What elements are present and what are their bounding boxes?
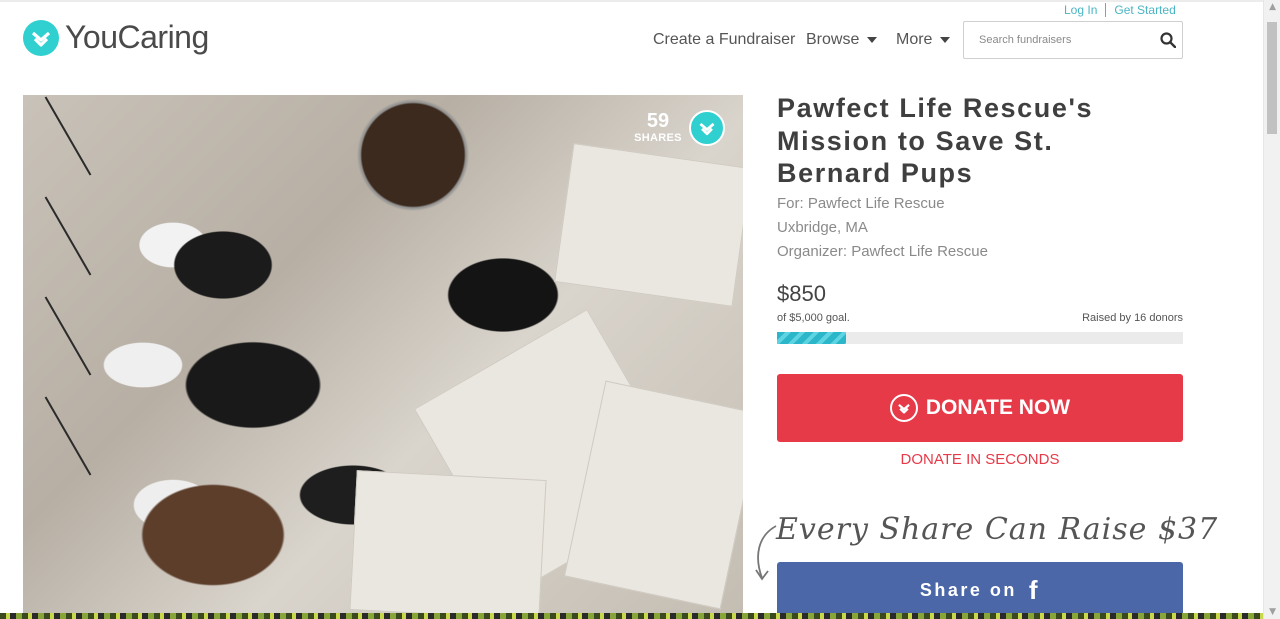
- window-top-border: [0, 0, 1280, 2]
- nav-browse-label: Browse: [806, 31, 860, 48]
- progress-fill: [777, 332, 847, 344]
- get-started-link[interactable]: Get Started: [1114, 3, 1175, 17]
- share-facebook-button[interactable]: Share on f: [777, 562, 1183, 619]
- beneficiary-text: For: Pawfect Life Rescue: [777, 195, 945, 212]
- campaign-title: Pawfect Life Rescue's Mission to Save St…: [777, 93, 1094, 188]
- facebook-icon: f: [1028, 575, 1041, 605]
- heart-logo-icon: [689, 110, 725, 146]
- donate-in-seconds-link[interactable]: DONATE IN SECONDS: [777, 451, 1183, 468]
- heart-logo-icon: [23, 19, 59, 56]
- chevron-down-icon: [867, 37, 878, 43]
- vertical-scrollbar[interactable]: ▲ ▼: [1263, 0, 1280, 619]
- search-box: [963, 21, 1183, 59]
- donate-now-label: DONATE NOW: [925, 396, 1071, 419]
- cage-wire: [44, 96, 92, 176]
- newspaper: [349, 470, 547, 615]
- scrollbar-thumb[interactable]: [1267, 22, 1277, 134]
- chevron-down-icon: [940, 37, 951, 43]
- cage-wire: [44, 196, 92, 276]
- nav-more-label: More: [896, 31, 933, 48]
- login-link[interactable]: Log In: [1064, 3, 1097, 17]
- location-text: Uxbridge, MA: [777, 219, 868, 236]
- amount-raised: $850: [777, 281, 826, 306]
- search-icon[interactable]: [1160, 32, 1177, 53]
- campaign-photo: [23, 95, 743, 615]
- newspaper: [554, 143, 743, 307]
- heart-logo-icon: [889, 394, 918, 422]
- cage-wire: [44, 396, 92, 476]
- cage-wire: [44, 296, 92, 376]
- youcaring-logo[interactable]: YouCaring: [23, 19, 209, 56]
- donate-now-button[interactable]: DONATE NOW: [777, 374, 1183, 442]
- donor-count: Raised by 16 donors: [1082, 312, 1183, 324]
- share-facebook-label: Share on: [919, 580, 1017, 600]
- nav-browse-dropdown[interactable]: Browse: [806, 31, 878, 49]
- scroll-down-icon[interactable]: ▼: [1269, 607, 1276, 617]
- nav-create-fundraiser[interactable]: Create a Fundraiser: [653, 31, 795, 49]
- search-input[interactable]: [964, 34, 1144, 46]
- auth-links: Log In Get Started: [1064, 3, 1176, 17]
- nav-create-label: Create a Fundraiser: [653, 31, 796, 48]
- progress-bar: [777, 332, 1183, 344]
- share-count-label: SHARES: [634, 132, 682, 144]
- page-content-peek: [0, 613, 1263, 619]
- scroll-up-icon[interactable]: ▲: [1269, 2, 1276, 12]
- nav-more-dropdown[interactable]: More: [896, 31, 951, 49]
- organizer-text: Organizer: Pawfect Life Rescue: [777, 243, 988, 260]
- share-tagline: Every Share Can Raise $37: [776, 512, 1219, 547]
- goal-text: of $5,000 goal.: [777, 312, 850, 324]
- share-count: 59 SHARES: [634, 110, 682, 144]
- logo-text: YouCaring: [65, 19, 209, 55]
- auth-divider: [1105, 3, 1107, 17]
- share-count-number: 59: [646, 110, 670, 132]
